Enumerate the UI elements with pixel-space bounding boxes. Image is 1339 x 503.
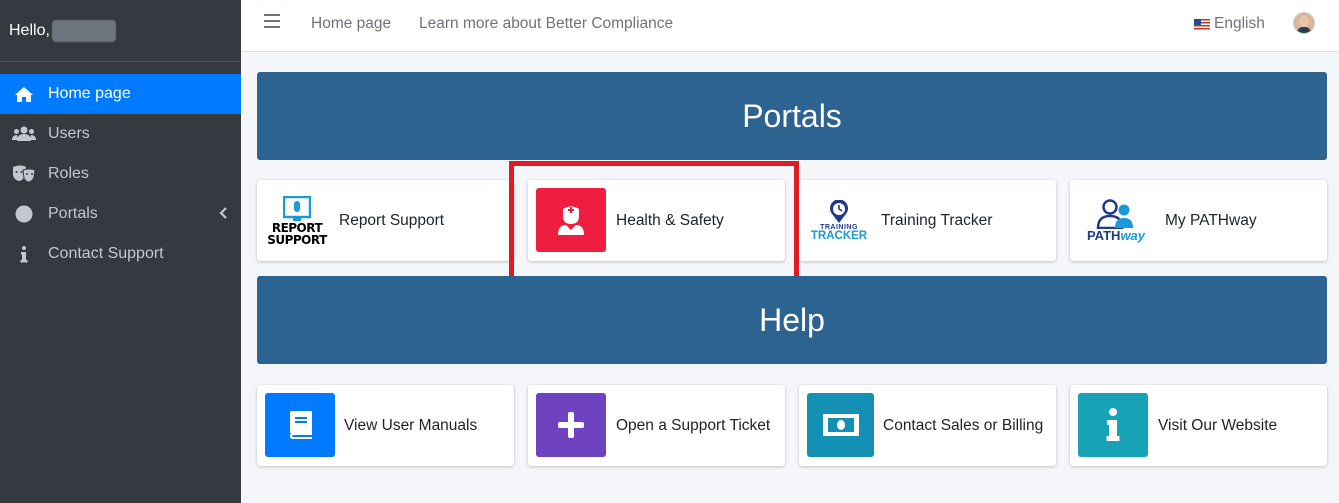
- sidebar-item-label: Roles: [48, 165, 89, 182]
- plus-icon: [558, 412, 584, 438]
- portals-title: Portals: [742, 97, 842, 134]
- card-label: My PATHway: [1165, 211, 1257, 229]
- sidebar-item-users[interactable]: Users: [0, 114, 241, 154]
- card-label: Visit Our Website: [1158, 416, 1278, 434]
- language-label: English: [1214, 15, 1265, 32]
- card-label: Report Support: [339, 211, 445, 229]
- card-report-support[interactable]: REPORT SUPPORT Report Support: [257, 180, 514, 261]
- info-icon: [0, 245, 48, 263]
- card-label: Training Tracker: [881, 211, 993, 229]
- sidebar-item-contact-support[interactable]: Contact Support: [0, 234, 241, 274]
- money-bill-icon: [822, 414, 859, 436]
- nav-link-home-page[interactable]: Home page: [311, 15, 391, 33]
- sidebar-item-roles[interactable]: Roles: [0, 154, 241, 194]
- sidebar-item-home-page[interactable]: Home page: [0, 74, 241, 114]
- top-navbar: Home page Learn more about Better Compli…: [241, 0, 1339, 52]
- pathway-logo-way: way: [1120, 228, 1146, 243]
- portals-banner: Portals: [257, 72, 1327, 160]
- card-training-tracker[interactable]: TRAINING TRACKER Training Tracker: [799, 180, 1056, 261]
- nav-link-learn-more[interactable]: Learn more about Better Compliance: [419, 15, 673, 33]
- card-label: Open a Support Ticket: [616, 416, 771, 434]
- user-manuals-icon-box: [265, 393, 335, 457]
- card-my-pathway[interactable]: PATHway My PATHway: [1070, 180, 1327, 261]
- sidebar-item-label: Users: [48, 125, 90, 142]
- sidebar-item-label: Contact Support: [48, 245, 164, 262]
- card-label: Contact Sales or Billing: [883, 416, 1044, 434]
- visit-website-icon-box: [1078, 393, 1148, 457]
- sidebar: Hello, Home page Users Roles Portals Con…: [0, 0, 241, 503]
- sidebar-item-portals[interactable]: Portals: [0, 194, 241, 234]
- help-title: Help: [759, 301, 825, 338]
- us-flag-icon: [1194, 18, 1210, 30]
- card-contact-sales-billing[interactable]: Contact Sales or Billing: [799, 385, 1056, 466]
- sidebar-item-label: Portals: [48, 205, 98, 222]
- user-avatar[interactable]: [1293, 12, 1315, 34]
- redacted-username: [51, 19, 116, 42]
- report-support-logo-line2: SUPPORT: [267, 233, 327, 247]
- card-open-support-ticket[interactable]: Open a Support Ticket: [528, 385, 785, 466]
- chevron-left-icon[interactable]: [219, 206, 227, 222]
- user-greeting: Hello,: [0, 0, 241, 62]
- card-label: View User Manuals: [344, 416, 478, 434]
- language-selector[interactable]: English: [1194, 15, 1265, 33]
- masks-icon: [0, 165, 48, 183]
- circle-icon: [0, 205, 48, 223]
- book-icon: [290, 411, 312, 439]
- pathway-logo-path: PATH: [1086, 228, 1121, 243]
- home-icon: [0, 86, 48, 103]
- pathway-logo: PATHway: [1082, 194, 1150, 248]
- support-ticket-icon-box: [536, 393, 606, 457]
- help-banner: Help: [257, 276, 1327, 364]
- sidebar-nav: Home page Users Roles Portals Contact Su…: [0, 74, 241, 274]
- card-view-user-manuals[interactable]: View User Manuals: [257, 385, 514, 466]
- card-visit-website[interactable]: Visit Our Website: [1070, 385, 1327, 466]
- greeting-text: Hello,: [9, 21, 50, 39]
- hamburger-menu-icon[interactable]: [264, 14, 280, 32]
- training-tracker-logo-line2: TRACKER: [810, 230, 868, 242]
- info-icon: [1106, 408, 1120, 441]
- training-tracker-logo: TRAINING TRACKER: [809, 192, 869, 250]
- sales-billing-icon-box: [807, 393, 874, 457]
- report-support-logo: REPORT SUPPORT: [265, 192, 329, 250]
- sidebar-item-label: Home page: [48, 85, 131, 102]
- users-icon: [0, 126, 48, 142]
